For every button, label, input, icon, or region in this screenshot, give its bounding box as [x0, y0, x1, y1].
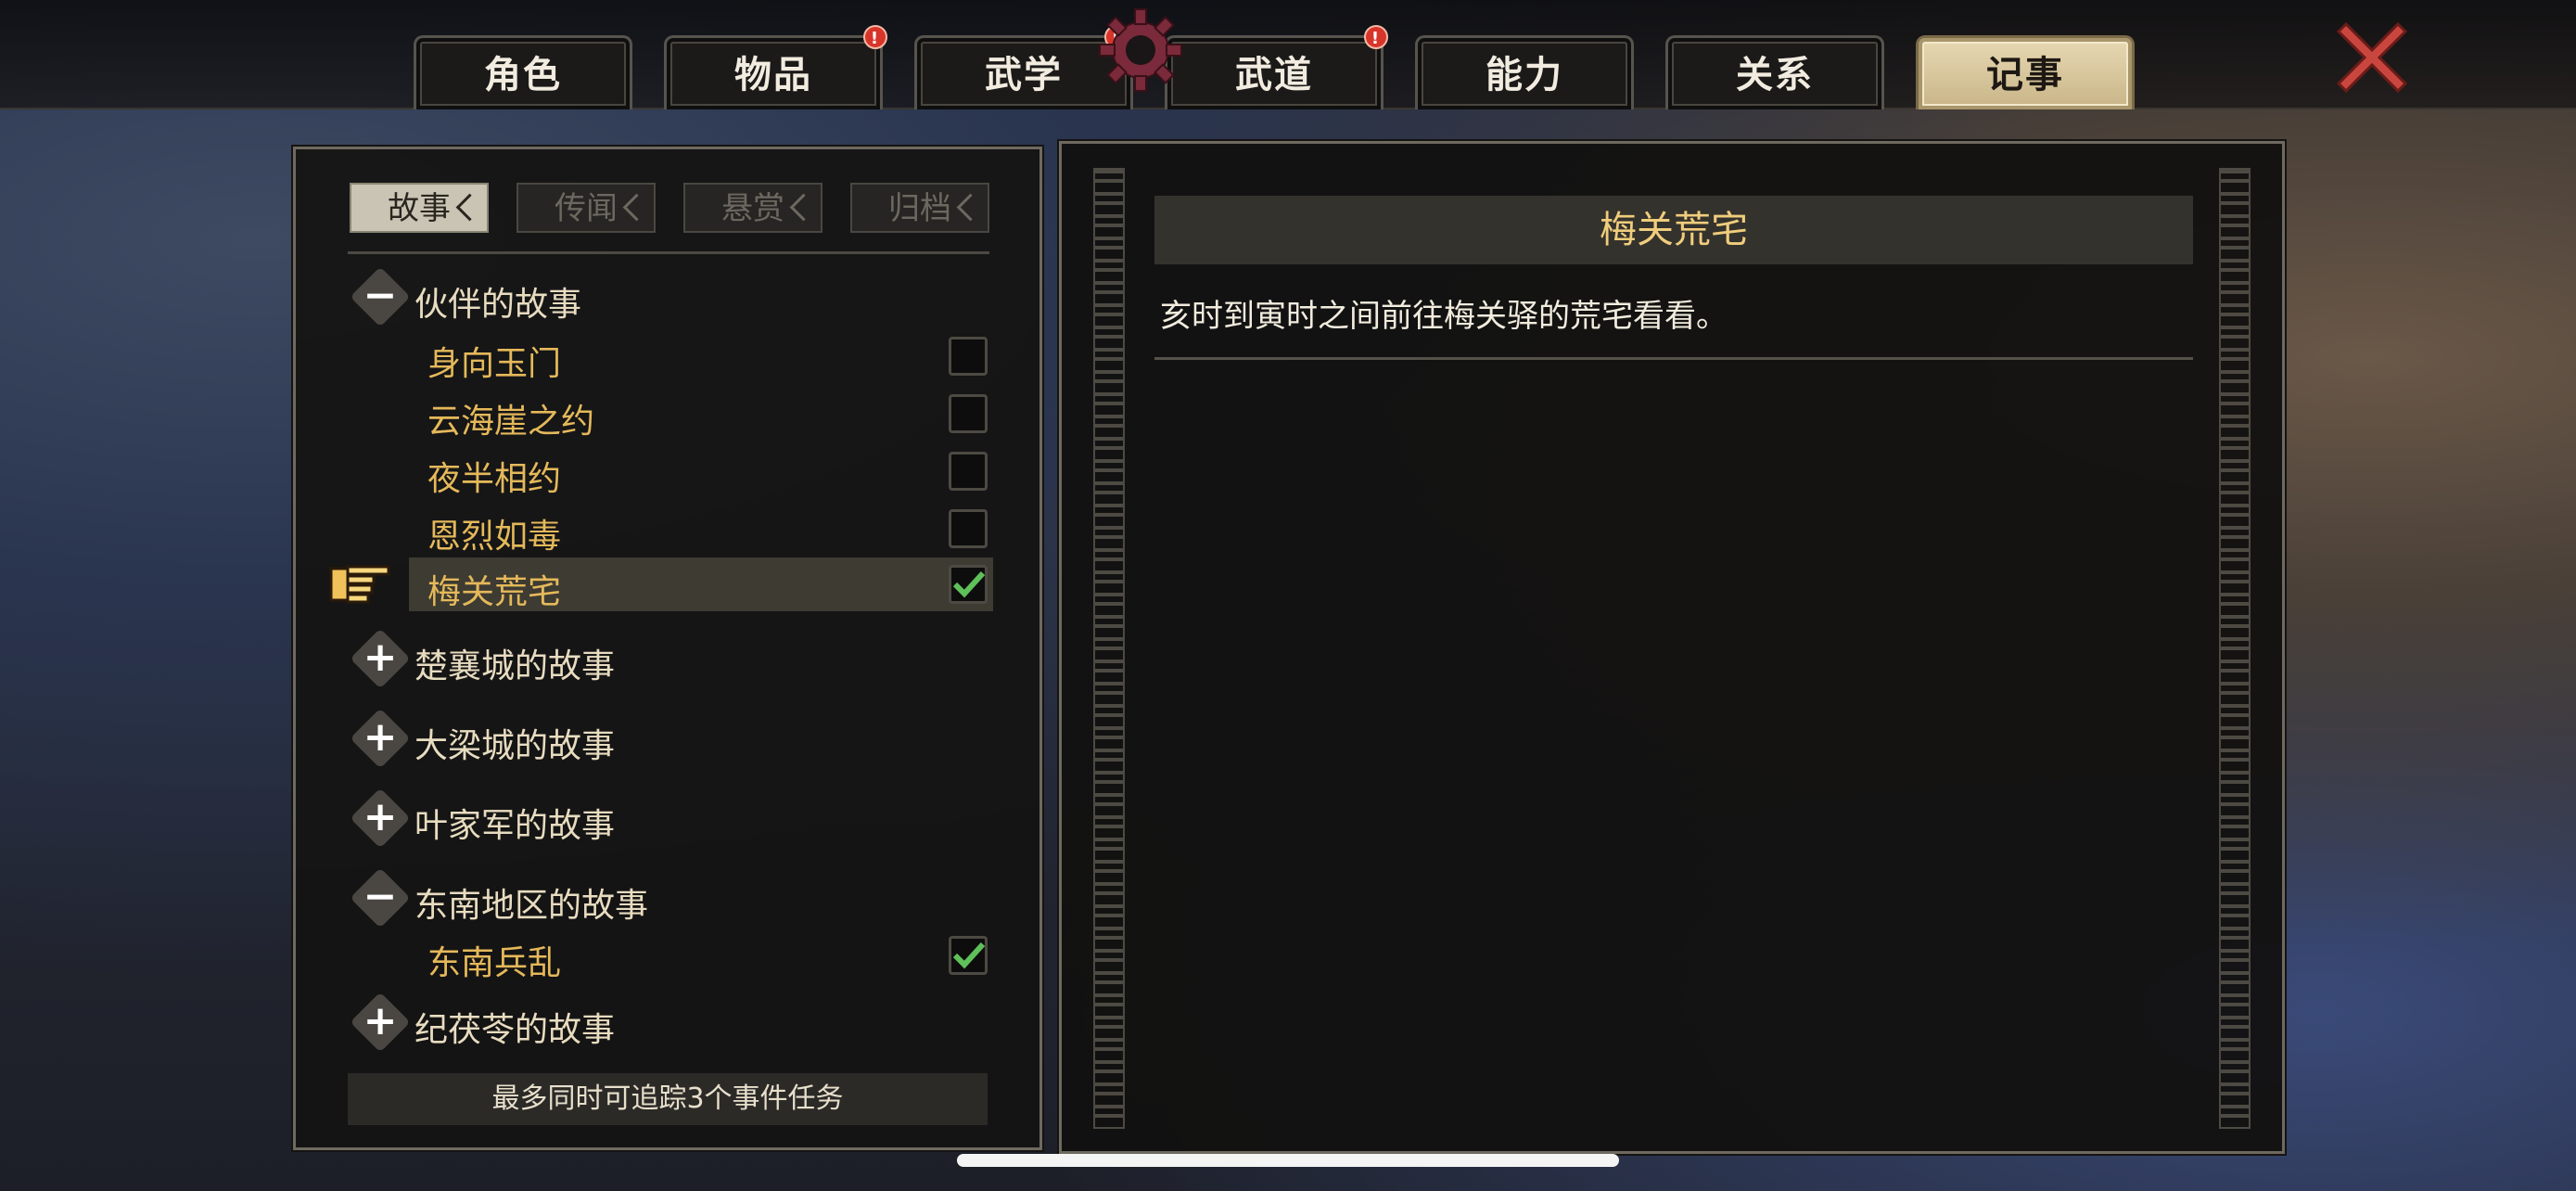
alert-badge: ! [1364, 25, 1388, 49]
tab-relations[interactable]: 关系 [1665, 35, 1884, 109]
expand-icon[interactable]: + [350, 992, 411, 1053]
top-tab-bar: 角色 物品! 武学! 武道! 能力 关系 记事 [0, 0, 2576, 109]
story-item-label: 东南兵乱 [427, 944, 562, 982]
track-checkbox[interactable] [949, 394, 988, 433]
checkmark-icon [952, 570, 986, 598]
category-daliang-city[interactable]: + 大梁城的故事 [350, 708, 852, 773]
alert-badge: ! [863, 25, 887, 49]
checkmark-icon [952, 941, 986, 969]
story-item-label: 梅关荒宅 [427, 573, 562, 611]
subtab-archive[interactable]: 归档 [850, 183, 989, 233]
tab-martial-way[interactable]: 武道! [1165, 25, 1388, 109]
tab-label: 武道 [1235, 54, 1313, 96]
pointing-hand-icon [329, 565, 390, 604]
tab-label: 记事 [1986, 54, 2064, 96]
collapse-icon[interactable]: − [350, 867, 411, 928]
subtab-label: 故事 [388, 190, 451, 227]
story-detail-panel: 梅关荒宅 亥时到寅时之间前往梅关驿的荒宅看看。 [1059, 141, 2285, 1154]
story-item[interactable]: 云海崖之约 [409, 387, 993, 441]
story-item-label: 恩烈如毒 [427, 518, 562, 556]
close-icon[interactable] [2329, 15, 2415, 100]
expand-icon[interactable]: + [350, 788, 411, 849]
category-chuxiang-city[interactable]: + 楚襄城的故事 [350, 628, 852, 693]
story-description: 亥时到寅时之间前往梅关驿的荒宅看看。 [1160, 298, 1728, 335]
category-ji-fuling[interactable]: + 纪茯苓的故事 [350, 992, 852, 1057]
collapse-icon[interactable]: − [350, 266, 411, 327]
home-indicator[interactable] [957, 1154, 1619, 1167]
story-title: 梅关荒宅 [1154, 196, 2193, 264]
story-item[interactable]: 身向玉门 [409, 329, 993, 383]
tab-label: 武学 [985, 54, 1063, 96]
track-checkbox-checked[interactable] [949, 565, 988, 604]
category-label: 叶家军的故事 [414, 807, 616, 845]
subtab-bounties[interactable]: 悬赏 [683, 183, 823, 233]
track-checkbox[interactable] [949, 509, 988, 548]
divider [1154, 357, 2193, 360]
subtab-label: 归档 [888, 190, 951, 227]
category-ye-army[interactable]: + 叶家军的故事 [350, 788, 852, 852]
category-label: 楚襄城的故事 [414, 647, 616, 685]
story-item-selected[interactable]: 梅关荒宅 [409, 557, 993, 611]
track-checkbox[interactable] [949, 452, 988, 491]
story-item-label: 身向玉门 [427, 345, 562, 383]
expand-icon[interactable]: + [350, 628, 411, 689]
story-item[interactable]: 东南兵乱 [409, 928, 993, 982]
category-label: 伙伴的故事 [414, 286, 582, 324]
story-item-label: 夜半相约 [427, 460, 562, 498]
tab-abilities[interactable]: 能力 [1415, 35, 1634, 109]
border-pattern [2219, 168, 2251, 1129]
tab-journal[interactable]: 记事 [1916, 35, 2135, 109]
category-companions[interactable]: − 伙伴的故事 [350, 266, 852, 331]
category-label: 大梁城的故事 [414, 727, 616, 765]
story-item-label: 云海崖之约 [427, 403, 595, 441]
subtab-rumors[interactable]: 传闻 [516, 183, 656, 233]
category-southeast[interactable]: − 东南地区的故事 [350, 867, 852, 932]
story-list-panel: 故事 传闻 悬赏 归档 − 伙伴的故事 身向玉门 云海崖之约 夜半相约 恩烈如毒… [293, 147, 1042, 1150]
divider [348, 251, 989, 254]
track-checkbox-checked[interactable] [949, 936, 988, 975]
story-item[interactable]: 夜半相约 [409, 444, 993, 498]
category-label: 东南地区的故事 [414, 887, 649, 925]
tab-label: 角色 [484, 54, 562, 96]
subtab-label: 悬赏 [721, 190, 784, 227]
category-label: 纪茯苓的故事 [414, 1011, 616, 1049]
expand-icon[interactable]: + [350, 708, 411, 769]
tab-label: 关系 [1736, 54, 1814, 96]
border-pattern [1093, 168, 1125, 1129]
tab-label: 能力 [1486, 54, 1563, 96]
track-checkbox[interactable] [949, 337, 988, 376]
tracking-limit-note: 最多同时可追踪3个事件任务 [348, 1073, 988, 1125]
subtab-label: 传闻 [555, 190, 618, 227]
tab-label: 物品 [734, 54, 812, 96]
tab-character[interactable]: 角色 [414, 35, 632, 109]
tab-items[interactable]: 物品! [664, 25, 887, 109]
gear-icon[interactable] [1094, 4, 1187, 96]
story-item[interactable]: 恩烈如毒 [409, 502, 993, 556]
subtab-stories[interactable]: 故事 [350, 183, 489, 233]
